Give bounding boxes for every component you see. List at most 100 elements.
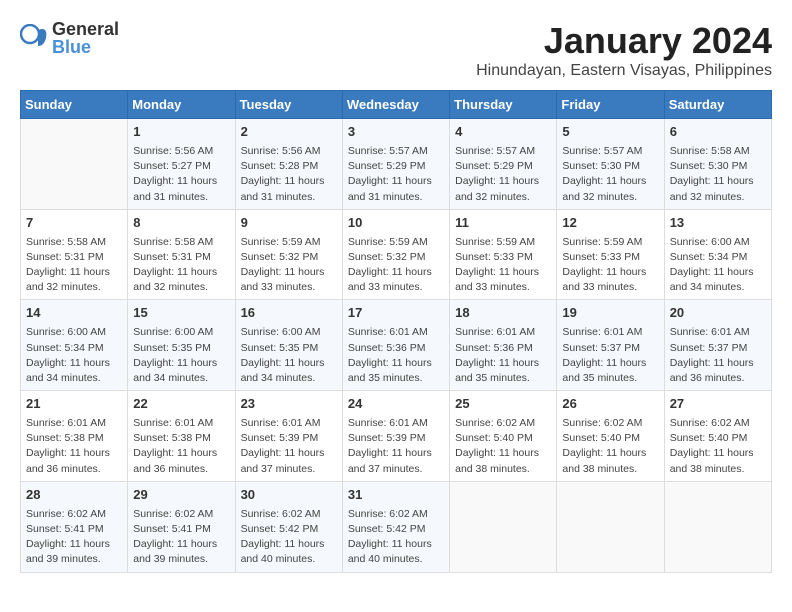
calendar-cell: 1Sunrise: 5:56 AM Sunset: 5:27 PM Daylig… [128,119,235,210]
calendar-cell: 6Sunrise: 5:58 AM Sunset: 5:30 PM Daylig… [664,119,771,210]
calendar-cell: 2 Sunrise: 5:56 AM Sunset: 5:28 PM Daylig… [235,119,342,210]
calendar-cell: 15 Sunrise: 6:00 AM Sunset: 5:35 PM Dayli… [128,300,235,391]
month-title: January 2024 [476,20,772,62]
calendar-cell: 17Sunrise: 6:01 AM Sunset: 5:36 PM Dayli… [342,300,449,391]
day-number: 13 [670,214,766,233]
calendar-cell: 24Sunrise: 6:01 AM Sunset: 5:39 PM Dayli… [342,391,449,482]
header-cell-friday: Friday [557,91,664,119]
calendar-cell [450,481,557,572]
calendar-cell [664,481,771,572]
calendar-cell: 18Sunrise: 6:01 AM Sunset: 5:36 PM Dayli… [450,300,557,391]
page-header: General Blue January 2024 Hinundayan, Ea… [20,20,772,80]
day-info: Sunrise: 6:02 AM Sunset: 5:40 PM Dayligh… [455,416,551,477]
calendar-cell: 4Sunrise: 5:57 AM Sunset: 5:29 PM Daylig… [450,119,557,210]
calendar-cell: 19Sunrise: 6:01 AM Sunset: 5:37 PM Dayli… [557,300,664,391]
day-number: 10 [348,214,444,233]
logo-general-label: General [52,20,119,38]
calendar-cell [21,119,128,210]
calendar-cell: 30 Sunrise: 6:02 AM Sunset: 5:42 PM Dayli… [235,481,342,572]
day-info: Sunrise: 6:01 AM Sunset: 5:36 PM Dayligh… [455,325,551,386]
title-block: January 2024 Hinundayan, Eastern Visayas… [476,20,772,80]
day-info: Sunrise: 6:01 AM Sunset: 5:39 PM Dayligh… [241,416,337,477]
day-info: Sunrise: 5:57 AM Sunset: 5:29 PM Dayligh… [348,144,444,205]
calendar-cell: 13Sunrise: 6:00 AM Sunset: 5:34 PM Dayli… [664,209,771,300]
day-number: 9 [241,214,337,233]
header-cell-monday: Monday [128,91,235,119]
calendar-cell: 14 Sunrise: 6:00 AM Sunset: 5:34 PM Dayli… [21,300,128,391]
day-info: Sunrise: 6:00 AM Sunset: 5:34 PM Dayligh… [26,325,122,386]
day-number: 5 [562,123,658,142]
calendar-cell: 31Sunrise: 6:02 AM Sunset: 5:42 PM Dayli… [342,481,449,572]
location-subtitle: Hinundayan, Eastern Visayas, Philippines [476,62,772,80]
day-info: Sunrise: 5:57 AM Sunset: 5:30 PM Dayligh… [562,144,658,205]
logo-blue-label: Blue [52,38,119,56]
day-number: 16 [241,304,337,323]
day-info: Sunrise: 6:02 AM Sunset: 5:40 PM Dayligh… [562,416,658,477]
day-info: Sunrise: 6:01 AM Sunset: 5:37 PM Dayligh… [670,325,766,386]
day-info: Sunrise: 6:01 AM Sunset: 5:38 PM Dayligh… [133,416,229,477]
calendar-cell: 12 Sunrise: 5:59 AM Sunset: 5:33 PM Dayli… [557,209,664,300]
calendar-cell: 27Sunrise: 6:02 AM Sunset: 5:40 PM Dayli… [664,391,771,482]
calendar-cell: 29Sunrise: 6:02 AM Sunset: 5:41 PM Dayli… [128,481,235,572]
day-info: Sunrise: 5:57 AM Sunset: 5:29 PM Dayligh… [455,144,551,205]
day-number: 8 [133,214,229,233]
day-number: 28 [26,486,122,505]
day-number: 19 [562,304,658,323]
calendar-cell: 9 Sunrise: 5:59 AM Sunset: 5:32 PM Daylig… [235,209,342,300]
day-number: 23 [241,395,337,414]
day-info: Sunrise: 5:59 AM Sunset: 5:32 PM Dayligh… [241,235,337,296]
calendar-cell: 11Sunrise: 5:59 AM Sunset: 5:33 PM Dayli… [450,209,557,300]
day-number: 24 [348,395,444,414]
calendar-cell: 5 Sunrise: 5:57 AM Sunset: 5:30 PM Daylig… [557,119,664,210]
day-number: 21 [26,395,122,414]
day-number: 30 [241,486,337,505]
calendar-cell: 22 Sunrise: 6:01 AM Sunset: 5:38 PM Dayli… [128,391,235,482]
day-number: 31 [348,486,444,505]
calendar-cell: 26 Sunrise: 6:02 AM Sunset: 5:40 PM Dayli… [557,391,664,482]
day-number: 20 [670,304,766,323]
header-row: SundayMondayTuesdayWednesdayThursdayFrid… [21,91,772,119]
header-cell-tuesday: Tuesday [235,91,342,119]
calendar-cell: 8 Sunrise: 5:58 AM Sunset: 5:31 PM Daylig… [128,209,235,300]
day-number: 26 [562,395,658,414]
day-number: 15 [133,304,229,323]
day-number: 22 [133,395,229,414]
day-info: Sunrise: 6:02 AM Sunset: 5:42 PM Dayligh… [241,507,337,568]
day-info: Sunrise: 6:02 AM Sunset: 5:41 PM Dayligh… [133,507,229,568]
day-number: 14 [26,304,122,323]
day-number: 6 [670,123,766,142]
header-cell-sunday: Sunday [21,91,128,119]
logo: General Blue [20,20,119,56]
day-info: Sunrise: 5:58 AM Sunset: 5:31 PM Dayligh… [26,235,122,296]
day-info: Sunrise: 5:59 AM Sunset: 5:33 PM Dayligh… [562,235,658,296]
day-number: 27 [670,395,766,414]
calendar-cell [557,481,664,572]
day-number: 12 [562,214,658,233]
day-number: 17 [348,304,444,323]
calendar-cell: 23 Sunrise: 6:01 AM Sunset: 5:39 PM Dayli… [235,391,342,482]
week-row-3: 21 Sunrise: 6:01 AM Sunset: 5:38 PM Dayli… [21,391,772,482]
day-info: Sunrise: 6:00 AM Sunset: 5:35 PM Dayligh… [241,325,337,386]
day-info: Sunrise: 5:58 AM Sunset: 5:31 PM Dayligh… [133,235,229,296]
logo-text: General Blue [52,20,119,56]
day-info: Sunrise: 6:00 AM Sunset: 5:35 PM Dayligh… [133,325,229,386]
week-row-2: 14 Sunrise: 6:00 AM Sunset: 5:34 PM Dayli… [21,300,772,391]
day-number: 11 [455,214,551,233]
calendar-cell: 3 Sunrise: 5:57 AM Sunset: 5:29 PM Daylig… [342,119,449,210]
day-number: 25 [455,395,551,414]
day-info: Sunrise: 5:56 AM Sunset: 5:28 PM Dayligh… [241,144,337,205]
week-row-0: 1Sunrise: 5:56 AM Sunset: 5:27 PM Daylig… [21,119,772,210]
calendar-cell: 21Sunrise: 6:01 AM Sunset: 5:38 PM Dayli… [21,391,128,482]
day-number: 2 [241,123,337,142]
day-number: 3 [348,123,444,142]
calendar-cell: 25 Sunrise: 6:02 AM Sunset: 5:40 PM Dayli… [450,391,557,482]
day-info: Sunrise: 5:56 AM Sunset: 5:27 PM Dayligh… [133,144,229,205]
logo-icon [20,24,48,52]
calendar-cell: 20 Sunrise: 6:01 AM Sunset: 5:37 PM Dayli… [664,300,771,391]
header-cell-thursday: Thursday [450,91,557,119]
week-row-1: 7Sunrise: 5:58 AM Sunset: 5:31 PM Daylig… [21,209,772,300]
day-info: Sunrise: 6:02 AM Sunset: 5:41 PM Dayligh… [26,507,122,568]
day-info: Sunrise: 5:59 AM Sunset: 5:32 PM Dayligh… [348,235,444,296]
calendar-cell: 16 Sunrise: 6:00 AM Sunset: 5:35 PM Dayli… [235,300,342,391]
calendar-cell: 7Sunrise: 5:58 AM Sunset: 5:31 PM Daylig… [21,209,128,300]
